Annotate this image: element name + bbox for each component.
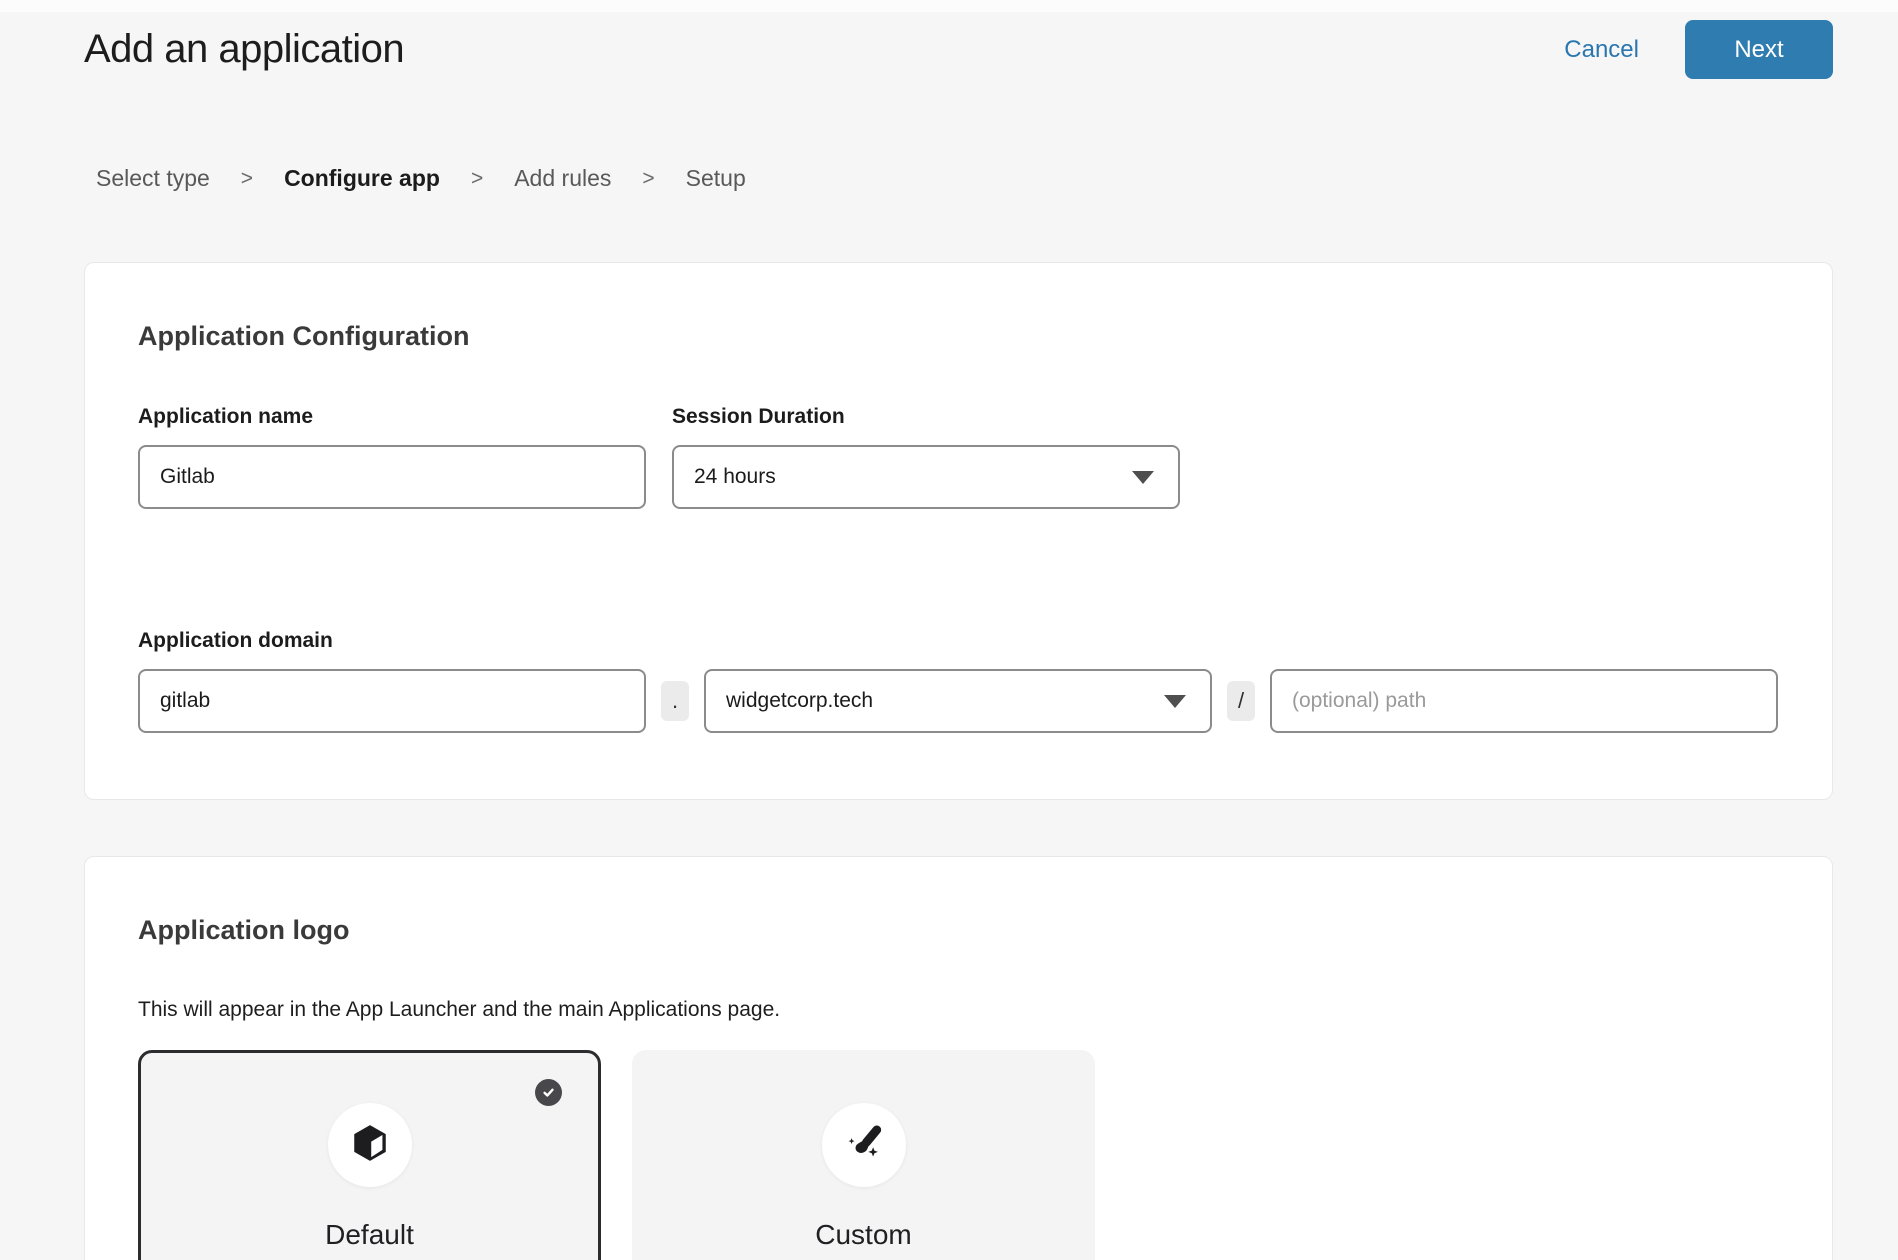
page-title: Add an application <box>84 27 404 72</box>
breadcrumb-separator: > <box>642 167 654 191</box>
logo-option-default[interactable]: Default <box>138 1050 601 1260</box>
session-duration-field-group: Session Duration 24 hours <box>672 405 1180 509</box>
breadcrumb: Select type > Configure app > Add rules … <box>96 165 1898 192</box>
custom-logo-circle <box>822 1103 906 1187</box>
application-name-label: Application name <box>138 405 646 429</box>
slash-separator: / <box>1227 681 1255 721</box>
cube-icon <box>349 1122 391 1169</box>
dot-separator: . <box>661 681 689 721</box>
top-strip <box>0 0 1898 12</box>
paintbrush-icon <box>843 1122 885 1169</box>
name-session-row: Application name Session Duration 24 hou… <box>138 405 1779 509</box>
header-actions: Cancel Next <box>1564 20 1833 79</box>
application-domain-row: . widgetcorp.tech / <box>138 669 1779 733</box>
breadcrumb-step-setup[interactable]: Setup <box>686 165 746 192</box>
breadcrumb-step-configure-app[interactable]: Configure app <box>284 165 440 192</box>
logo-option-tiles: Default Custom <box>138 1050 1779 1260</box>
breadcrumb-step-select-type[interactable]: Select type <box>96 165 210 192</box>
dropdown-arrow-icon <box>1164 695 1186 708</box>
configuration-heading: Application Configuration <box>138 321 1779 352</box>
domain-select-value: widgetcorp.tech <box>726 689 873 713</box>
logo-option-label: Custom <box>635 1219 1092 1251</box>
dropdown-arrow-icon <box>1132 471 1154 484</box>
domain-select[interactable]: widgetcorp.tech <box>704 669 1212 733</box>
cancel-button[interactable]: Cancel <box>1564 36 1639 64</box>
path-input[interactable] <box>1270 669 1778 733</box>
page-header: Add an application Cancel Next <box>84 20 1833 79</box>
next-button[interactable]: Next <box>1685 20 1833 79</box>
application-name-input[interactable] <box>138 445 646 509</box>
session-duration-value: 24 hours <box>694 465 776 489</box>
subdomain-input[interactable] <box>138 669 646 733</box>
breadcrumb-step-add-rules[interactable]: Add rules <box>514 165 611 192</box>
check-icon <box>535 1079 562 1106</box>
logo-option-custom[interactable]: Custom <box>632 1050 1095 1260</box>
application-domain-label: Application domain <box>138 629 1779 653</box>
session-duration-select[interactable]: 24 hours <box>672 445 1180 509</box>
application-name-field-group: Application name <box>138 405 646 509</box>
logo-heading: Application logo <box>138 915 1779 946</box>
default-logo-circle <box>328 1103 412 1187</box>
logo-description: This will appear in the App Launcher and… <box>138 998 1779 1022</box>
application-configuration-card: Application Configuration Application na… <box>84 262 1833 800</box>
application-logo-card: Application logo This will appear in the… <box>84 856 1833 1260</box>
breadcrumb-separator: > <box>241 167 253 191</box>
logo-option-label: Default <box>141 1219 598 1251</box>
breadcrumb-separator: > <box>471 167 483 191</box>
session-duration-label: Session Duration <box>672 405 1180 429</box>
